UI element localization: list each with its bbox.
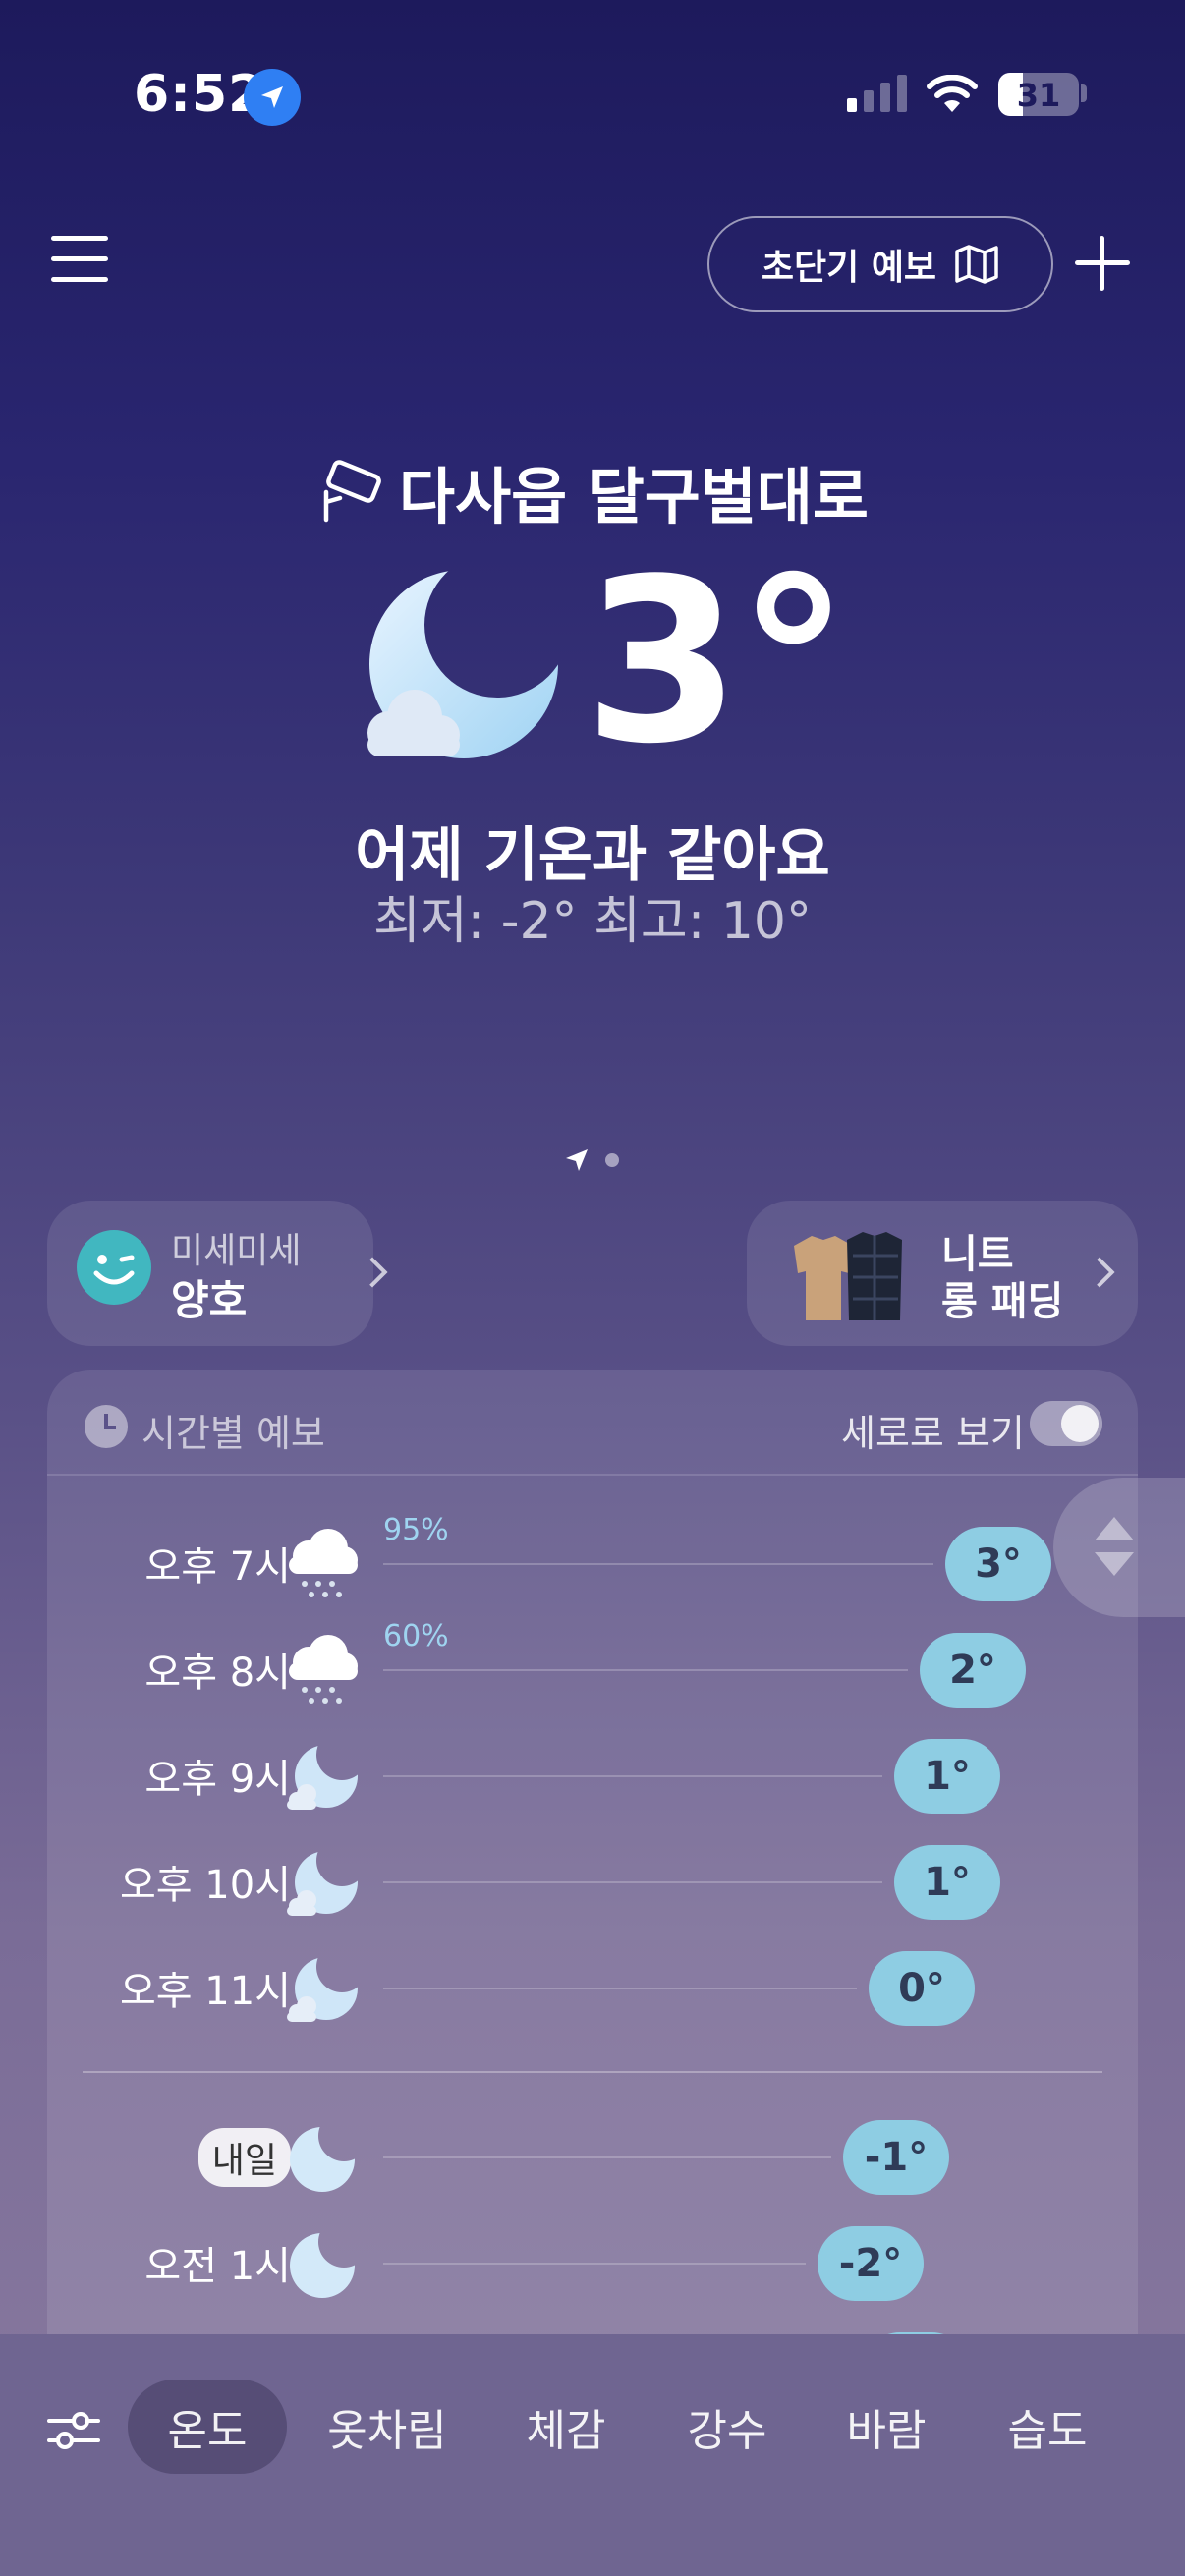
vertical-view-toggle[interactable] — [1030, 1401, 1102, 1446]
scroll-up-icon — [1095, 1517, 1134, 1540]
tab-temperature[interactable]: 온도 — [128, 2380, 287, 2474]
location-page-dot-icon — [566, 1149, 588, 1171]
location-title[interactable]: 다사읍 달구벌대로 — [0, 447, 1185, 535]
temp-pill: 3° — [945, 1527, 1051, 1601]
temp-pill: -2° — [818, 2226, 924, 2301]
hourly-row: 오후 8시 60% 2° — [47, 1619, 1138, 1719]
hourly-row: 오후 11시 0° — [47, 1939, 1138, 2038]
page-dot — [605, 1153, 619, 1167]
hour-label: 오후 9시 — [144, 1757, 291, 1802]
temp-line — [383, 1563, 933, 1565]
hour-label: 오후 11시 — [119, 1969, 291, 2014]
moon-icon — [290, 2233, 355, 2298]
cell-signal-icon — [847, 75, 907, 112]
temp-pill: 1° — [894, 1845, 1000, 1920]
battery-level: 31 — [1016, 77, 1061, 114]
tab-feels-like[interactable]: 체감 — [495, 2380, 637, 2474]
chevron-right-icon — [1084, 1257, 1115, 1288]
location-name: 다사읍 달구벌대로 — [399, 461, 869, 532]
vertical-view-label: 세로로 보기 — [841, 1412, 1025, 1455]
hourly-row: 내일 -1° — [47, 2108, 1138, 2207]
clothing-card[interactable]: 니트 롱 패딩 — [747, 1201, 1138, 1346]
hour-label: 내일 — [198, 2128, 291, 2187]
precip-chance: 60% — [383, 1619, 449, 1653]
add-location-button[interactable] — [1075, 236, 1130, 291]
cctv-camera-icon — [323, 460, 381, 523]
hourly-title: 시간별 예보 — [141, 1412, 325, 1455]
hour-label: 오후 7시 — [144, 1544, 291, 1590]
clock-icon — [85, 1405, 128, 1448]
temp-line — [383, 1881, 882, 1883]
map-icon — [955, 245, 998, 284]
hourly-row: 오전 1시 -2° — [47, 2214, 1138, 2313]
scroll-down-icon — [1095, 1552, 1134, 1576]
metric-tab-bar: 온도 옷차림 체감 강수 바람 습도 — [0, 2334, 1185, 2576]
tomorrow-badge: 내일 — [198, 2128, 291, 2187]
moon-icon — [290, 2127, 355, 2192]
snow-cloud-icon — [289, 1635, 358, 1704]
precip-chance: 95% — [383, 1513, 449, 1547]
crescent-moon-cloud-icon — [367, 570, 558, 758]
tab-clothing[interactable]: 옷차림 — [310, 2380, 464, 2474]
fine-dust-label: 미세미세 — [171, 1231, 302, 1271]
temp-line — [383, 1988, 857, 1989]
hour-label: 오전 1시 — [144, 2244, 291, 2289]
clothes-icon — [794, 1232, 902, 1320]
short-term-forecast-button[interactable]: 초단기 예보 — [707, 216, 1053, 312]
battery-icon: 31 — [998, 73, 1079, 116]
page-indicator[interactable] — [564, 1148, 619, 1173]
battery-tip — [1081, 84, 1087, 102]
hourly-header: 시간별 예보 세로로 보기 — [47, 1370, 1138, 1476]
temp-line — [383, 2156, 831, 2158]
moon-cloud-icon — [287, 1851, 358, 1916]
filter-settings-icon[interactable] — [47, 2407, 100, 2454]
temp-line — [383, 1669, 908, 1671]
scroll-handle[interactable] — [1053, 1478, 1185, 1617]
tab-wind[interactable]: 바람 — [816, 2380, 957, 2474]
fine-dust-value: 양호 — [171, 1276, 248, 1324]
day-divider — [83, 2071, 1102, 2073]
forecast-button-label: 초단기 예보 — [761, 248, 937, 288]
temp-pill: 2° — [920, 1633, 1026, 1708]
hourly-row: 오후 9시 1° — [47, 1727, 1138, 1825]
tab-humidity[interactable]: 습도 — [977, 2380, 1118, 2474]
moon-cloud-icon — [287, 1957, 358, 2022]
temperature-range: 최저: -2° 최고: 10° — [372, 892, 812, 951]
menu-icon[interactable] — [51, 236, 112, 283]
temp-pill: 0° — [869, 1951, 975, 2026]
hour-label: 오후 10시 — [119, 1863, 291, 1908]
temp-pill: -1° — [843, 2120, 949, 2195]
smile-face-icon — [77, 1230, 151, 1305]
temp-line — [383, 1775, 882, 1777]
hourly-row: 오후 10시 1° — [47, 1833, 1138, 1932]
location-arrow-icon — [244, 69, 301, 126]
wifi-icon — [927, 75, 978, 112]
tab-precipitation[interactable]: 강수 — [656, 2380, 798, 2474]
moon-cloud-icon — [287, 1745, 358, 1810]
temp-pill: 1° — [894, 1739, 1000, 1814]
fine-dust-card[interactable]: 미세미세 양호 — [47, 1201, 388, 1346]
hour-label: 오후 8시 — [144, 1651, 291, 1696]
temp-line — [383, 2263, 806, 2265]
hourly-row: 오후 7시 95% 3° — [47, 1513, 1138, 1613]
snow-cloud-icon — [289, 1529, 358, 1597]
chevron-right-icon — [357, 1257, 388, 1288]
current-temperature: 3° — [584, 532, 850, 794]
clothing-line-2: 롱 패딩 — [941, 1279, 1064, 1324]
